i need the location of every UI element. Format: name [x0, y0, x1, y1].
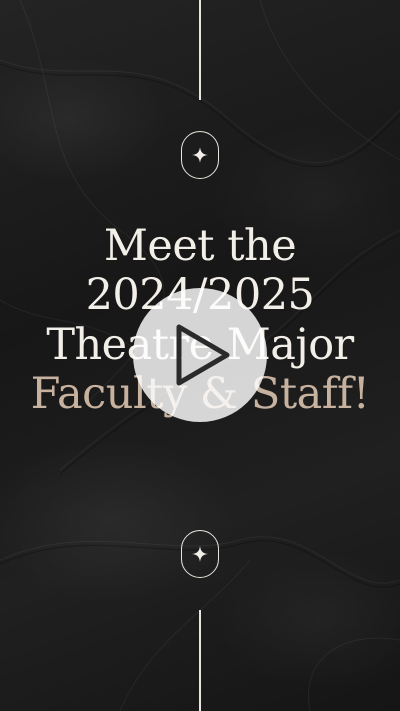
headline-line-1: Meet the [103, 221, 297, 271]
sparkle-icon [192, 147, 208, 163]
sparkle-icon [192, 546, 208, 562]
play-button[interactable] [133, 288, 267, 422]
top-ornament-badge [181, 131, 219, 179]
top-divider-line [199, 0, 201, 100]
play-icon [176, 324, 230, 386]
video-frame[interactable]: Meet the 2024/2025 Theatre Major Faculty… [0, 0, 400, 711]
bottom-ornament-badge [181, 530, 219, 578]
bottom-divider-line [199, 610, 201, 711]
